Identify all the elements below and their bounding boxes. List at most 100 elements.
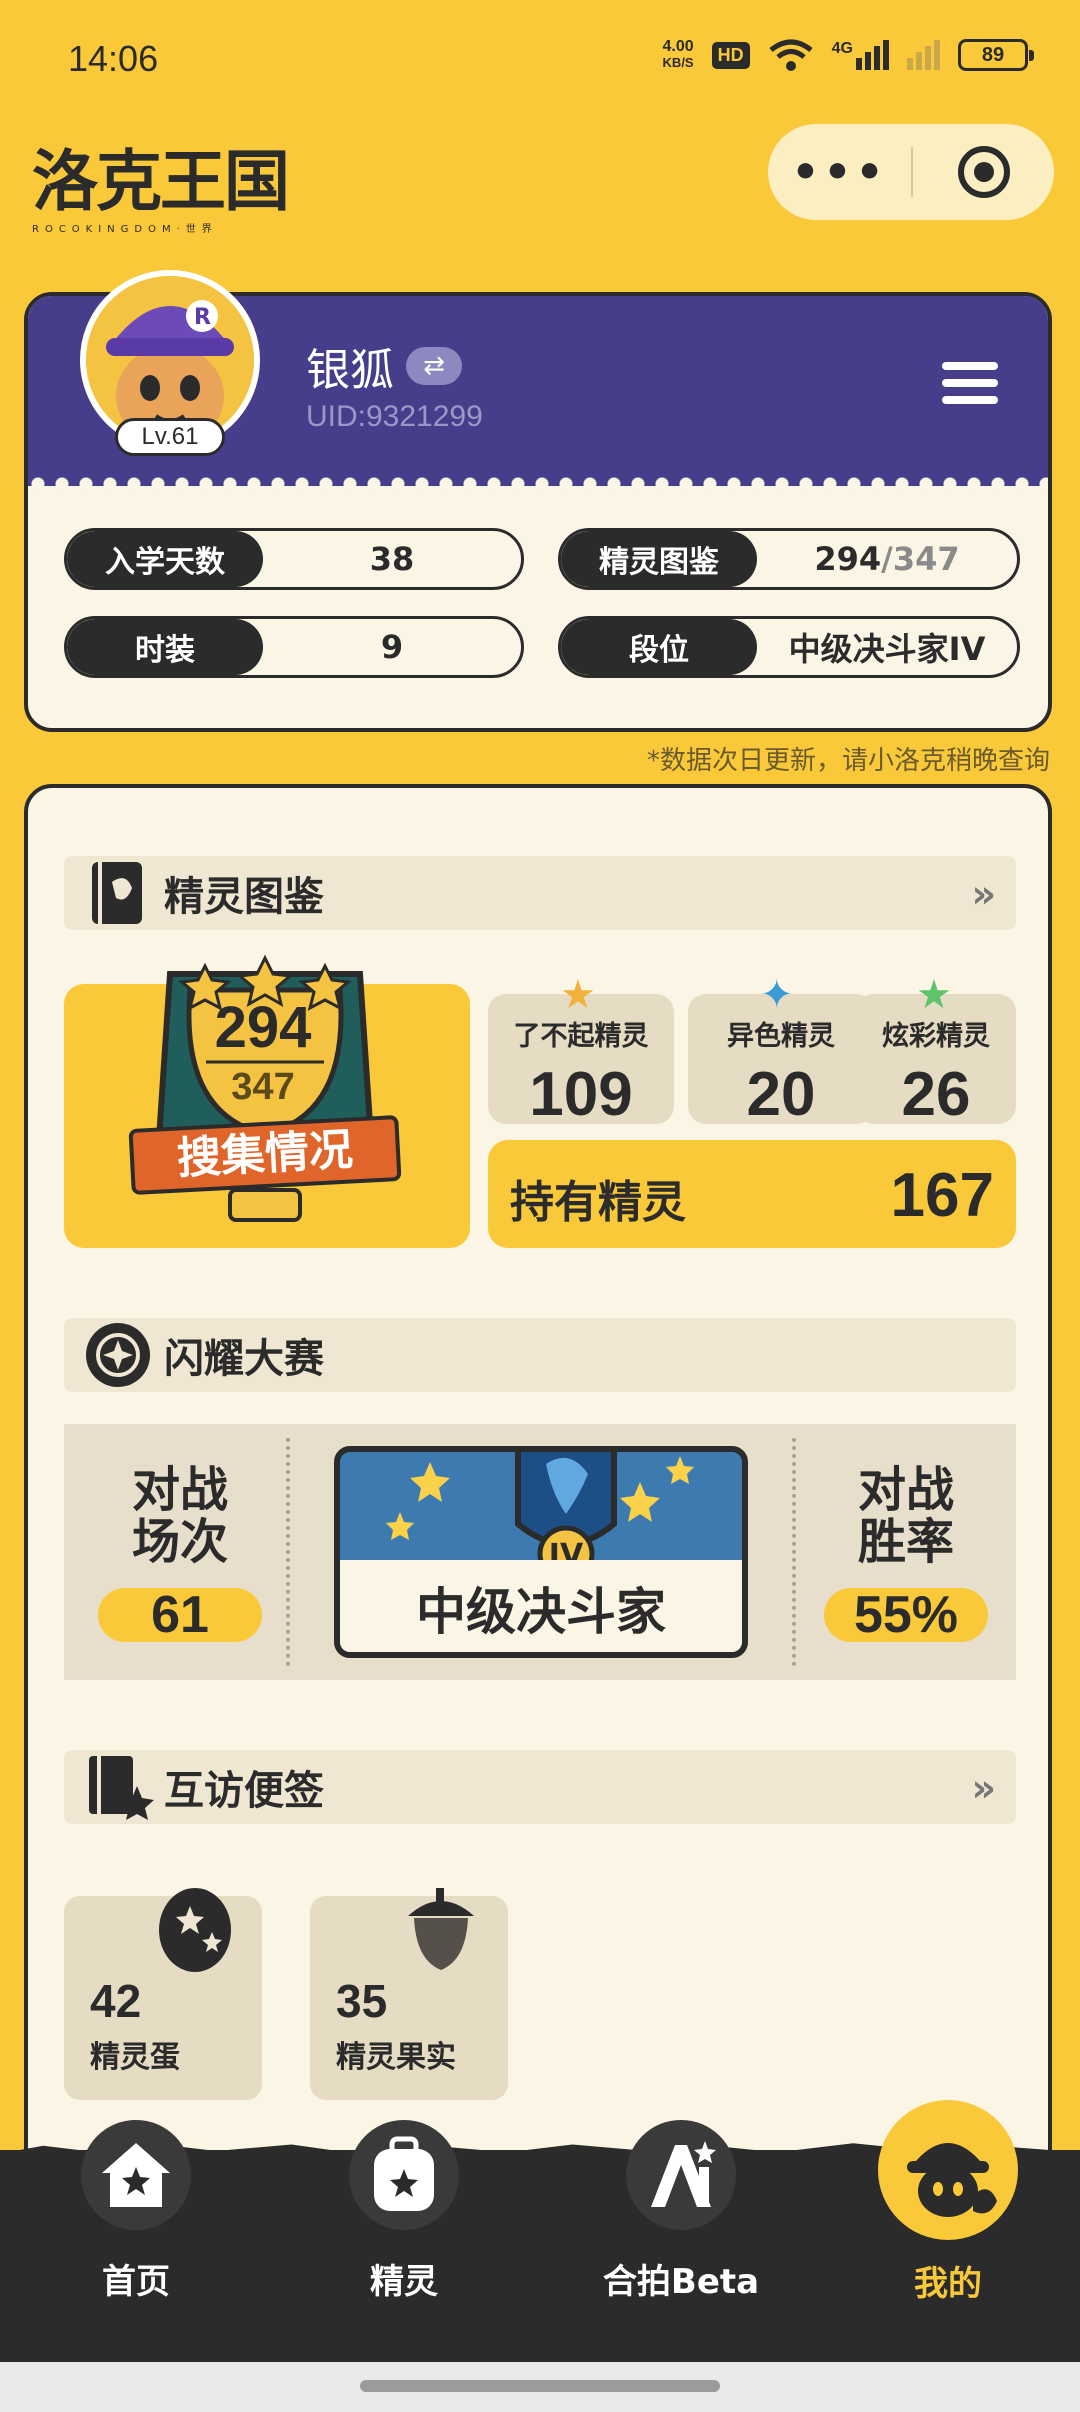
more-dots-icon[interactable]: ••• [768, 147, 911, 198]
star-icon: ★ [560, 972, 596, 1018]
category-label: 异色精灵 [727, 1021, 835, 1052]
contest-section-header[interactable]: 闪耀大赛 [64, 1318, 1016, 1392]
section-title: 互访便签 [164, 1768, 324, 1814]
owned-label: 持有精灵 [510, 1177, 686, 1228]
more-arrow-icon[interactable]: » [971, 1766, 995, 1810]
battle-count-label: 对战 场次 [74, 1464, 286, 1568]
memo-name: 精灵蛋 [90, 2040, 180, 2075]
acorn-icon [396, 1876, 486, 1976]
network-speed-unit: KB/S [662, 55, 694, 70]
username: 银狐 [306, 345, 394, 396]
profile-character-icon [878, 2100, 1018, 2240]
rainbow-star-icon: ★ [916, 972, 952, 1018]
divider [792, 1438, 796, 1666]
collected-count: 294 [214, 995, 312, 1060]
hd-badge: HD [711, 41, 750, 69]
category-label: 炫彩精灵 [882, 1021, 990, 1052]
level-badge: Lv.61 [115, 418, 225, 456]
memo-card-fruits[interactable]: 35 精灵果实 [310, 1888, 508, 2100]
total-count: 347 [231, 1066, 295, 1108]
win-rate-label: 对战 胜率 [800, 1464, 1012, 1568]
status-time: 14:06 [68, 38, 159, 79]
stat-value-collected: 294 [814, 540, 882, 578]
win-rate: 对战 胜率 55% [800, 1424, 1012, 1680]
app-logo: 洛克王国 ROCOKINGDOM·世界 [32, 128, 292, 235]
book-icon [78, 853, 158, 933]
more-arrow-icon[interactable]: » [971, 872, 995, 916]
stat-pokedex: 精灵图鉴 294/347 [558, 528, 1020, 590]
network-speed-value: 4.00 [662, 38, 694, 55]
stat-enrollment-days: 入学天数 38 [64, 528, 524, 590]
memo-count: 42 [90, 1975, 142, 2027]
rank-name: 中级决斗家 [416, 1583, 666, 1641]
tab-label: 精灵 [370, 2262, 438, 2302]
tab-label: 合拍Beta [602, 2262, 760, 2302]
battle-count: 对战 场次 61 [74, 1424, 286, 1680]
cellular-signal-secondary [907, 40, 940, 70]
logo-text: 洛克王国 [32, 143, 290, 220]
battle-count-value: 61 [98, 1588, 262, 1642]
menu-icon[interactable] [942, 362, 998, 412]
stat-label: 精灵图鉴 [561, 531, 757, 587]
ai-sparkle-icon [626, 2120, 736, 2230]
switch-account-icon[interactable]: ⇄ [406, 347, 462, 385]
home-indicator[interactable] [360, 2380, 720, 2392]
update-note: *数据次日更新，请小洛克稍晚查询 [646, 746, 1050, 776]
tab-label: 我的 [914, 2264, 982, 2304]
username-row: 银狐 ⇄ [306, 334, 462, 398]
tab-photo-beta[interactable]: 合拍Beta [596, 2120, 766, 2303]
section-title: 精灵图鉴 [164, 874, 324, 920]
wifi-icon [769, 39, 813, 71]
contest-icon [78, 1315, 158, 1395]
category-shiny[interactable]: ✦ 异色精灵 20 [688, 972, 874, 1129]
memo-card-eggs[interactable]: 42 精灵蛋 [64, 1888, 262, 2100]
category-value: 20 [746, 1060, 816, 1129]
battery-indicator: 89 [958, 39, 1034, 71]
tab-mine[interactable]: 我的 [868, 2100, 1028, 2305]
svg-text:R: R [194, 305, 211, 330]
stat-label: 入学天数 [67, 531, 263, 587]
home-icon [81, 2120, 191, 2230]
target-icon[interactable] [913, 144, 1054, 200]
memo-section-header[interactable]: 互访便签 » [64, 1750, 1016, 1824]
contest-summary: 对战 场次 61 IV 中级决斗家 对战 胜率 55% [64, 1424, 1016, 1680]
stat-label: 时装 [67, 619, 263, 675]
category-rainbow[interactable]: ★ 炫彩精灵 26 [856, 972, 1016, 1129]
stat-value: 38 [369, 540, 415, 578]
stat-label: 段位 [561, 619, 757, 675]
perforation-divider [28, 474, 1048, 494]
status-bar: 14:06 4.00 KB/S HD 4G 89 [0, 0, 1080, 120]
owned-value: 167 [890, 1161, 994, 1230]
egg-icon [150, 1876, 240, 1976]
network-speed: 4.00 KB/S [663, 39, 694, 71]
battle-count-label-line2: 场次 [131, 1514, 228, 1570]
trophy-icon: 294 347 搜集情况 [110, 954, 420, 1244]
battle-count-label-line1: 对战 [131, 1462, 228, 1518]
tab-home[interactable]: 首页 [56, 2120, 216, 2303]
tab-label: 首页 [102, 2262, 170, 2302]
rank-card[interactable]: IV 中级决斗家 [334, 1446, 748, 1658]
stat-value: 294/347 [757, 540, 1017, 578]
stat-outfits: 时装 9 [64, 616, 524, 678]
tab-pets[interactable]: 精灵 [324, 2120, 484, 2303]
win-rate-label-line2: 胜率 [857, 1514, 954, 1570]
category-value: 26 [901, 1060, 971, 1129]
status-indicators: 4.00 KB/S HD 4G 89 [663, 38, 1034, 72]
category-value: 109 [529, 1060, 633, 1129]
network-type: 4G [831, 40, 853, 57]
miniprogram-capsule: ••• [768, 124, 1054, 220]
category-amazing[interactable]: ★ 了不起精灵 109 [488, 972, 674, 1129]
collection-trophy-card[interactable]: 294 347 搜集情况 [64, 954, 470, 1248]
user-uid: UID:9321299 [306, 400, 483, 433]
stat-value-total: /347 [881, 540, 960, 578]
stat-rank: 段位 中级决斗家IV [558, 616, 1020, 678]
divider [286, 1438, 290, 1666]
shiny-icon: ✦ [760, 972, 794, 1018]
pokedex-section-header[interactable]: 精灵图鉴 » [64, 856, 1016, 930]
owned-pets-card[interactable]: 持有精灵 167 [488, 1140, 1016, 1248]
collection-ribbon: 搜集情况 [128, 1114, 402, 1196]
win-rate-value: 55% [824, 1588, 988, 1642]
memo-name: 精灵果实 [336, 2040, 456, 2075]
memo-icon [78, 1747, 158, 1827]
memo-count: 35 [336, 1975, 388, 2027]
